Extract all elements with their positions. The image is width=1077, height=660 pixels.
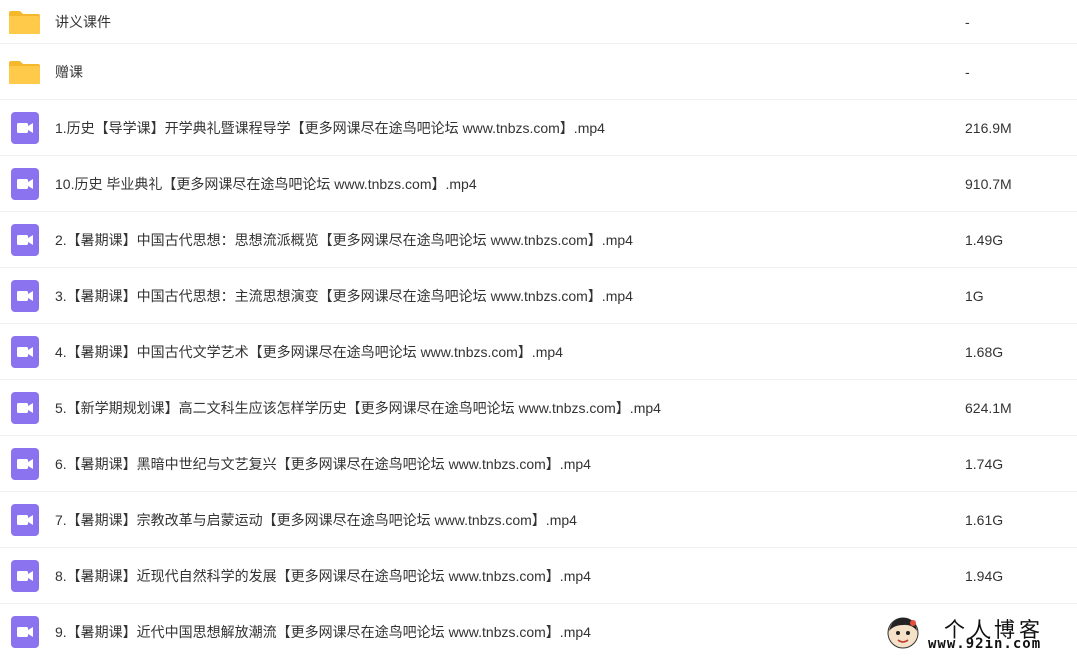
list-item[interactable]: 4.【暑期课】中国古代文学艺术【更多网课尽在途鸟吧论坛 www.tnbzs.co… [0, 324, 1077, 380]
watermark-url: www.92in.com [928, 636, 1042, 652]
file-size: 1.94G [965, 567, 1004, 584]
list-item[interactable]: 5.【新学期规划课】高二文科生应该怎样学历史【更多网课尽在途鸟吧论坛 www.t… [0, 380, 1077, 436]
file-size: 1.68G [965, 343, 1004, 360]
file-name[interactable]: 讲义课件 [55, 12, 111, 32]
file-size: - [965, 13, 970, 30]
folder-icon [8, 55, 41, 88]
list-item[interactable]: 讲义课件 - [0, 0, 1077, 44]
file-name[interactable]: 10.历史 毕业典礼【更多网课尽在途鸟吧论坛 www.tnbzs.com】.mp… [55, 174, 477, 194]
video-file-icon [8, 335, 41, 368]
file-size: 1.74G [965, 455, 1004, 472]
video-file-icon [8, 111, 41, 144]
avatar-icon [886, 616, 920, 650]
list-item[interactable]: 8.【暑期课】近现代自然科学的发展【更多网课尽在途鸟吧论坛 www.tnbzs.… [0, 548, 1077, 604]
file-name[interactable]: 3.【暑期课】中国古代思想：主流思想演变【更多网课尽在途鸟吧论坛 www.tnb… [55, 286, 633, 306]
video-file-icon [8, 503, 41, 536]
file-name[interactable]: 9.【暑期课】近代中国思想解放潮流【更多网课尽在途鸟吧论坛 www.tnbzs.… [55, 622, 591, 642]
list-item[interactable]: 赠课 - [0, 44, 1077, 100]
video-file-icon [8, 167, 41, 200]
file-name[interactable]: 7.【暑期课】宗教改革与启蒙运动【更多网课尽在途鸟吧论坛 www.tnbzs.c… [55, 510, 577, 530]
watermark: 个人博客 www.92in.com [880, 612, 1077, 656]
file-size: 910.7M [965, 175, 1012, 192]
file-name[interactable]: 6.【暑期课】黑暗中世纪与文艺复兴【更多网课尽在途鸟吧论坛 www.tnbzs.… [55, 454, 591, 474]
file-size: - [965, 63, 970, 80]
list-item[interactable]: 3.【暑期课】中国古代思想：主流思想演变【更多网课尽在途鸟吧论坛 www.tnb… [0, 268, 1077, 324]
file-name[interactable]: 4.【暑期课】中国古代文学艺术【更多网课尽在途鸟吧论坛 www.tnbzs.co… [55, 342, 563, 362]
file-size: 624.1M [965, 399, 1012, 416]
file-size: 216.9M [965, 119, 1012, 136]
file-size: 1.61G [965, 511, 1004, 528]
list-item[interactable]: 10.历史 毕业典礼【更多网课尽在途鸟吧论坛 www.tnbzs.com】.mp… [0, 156, 1077, 212]
file-name[interactable]: 赠课 [55, 62, 83, 82]
video-file-icon [8, 447, 41, 480]
list-item[interactable]: 2.【暑期课】中国古代思想：思想流派概览【更多网课尽在途鸟吧论坛 www.tnb… [0, 212, 1077, 268]
file-list: 讲义课件 - 赠课 - 1.历史【导学课】开学典礼暨课程导学【更多网课尽在途鸟吧… [0, 0, 1077, 660]
file-name[interactable]: 2.【暑期课】中国古代思想：思想流派概览【更多网课尽在途鸟吧论坛 www.tnb… [55, 230, 633, 250]
video-file-icon [8, 223, 41, 256]
file-name[interactable]: 5.【新学期规划课】高二文科生应该怎样学历史【更多网课尽在途鸟吧论坛 www.t… [55, 398, 661, 418]
video-file-icon [8, 279, 41, 312]
list-item[interactable]: 1.历史【导学课】开学典礼暨课程导学【更多网课尽在途鸟吧论坛 www.tnbzs… [0, 100, 1077, 156]
file-size: 1.49G [965, 231, 1004, 248]
list-item[interactable]: 6.【暑期课】黑暗中世纪与文艺复兴【更多网课尽在途鸟吧论坛 www.tnbzs.… [0, 436, 1077, 492]
video-file-icon [8, 616, 41, 649]
file-size: 1G [965, 287, 984, 304]
video-file-icon [8, 391, 41, 424]
list-item[interactable]: 7.【暑期课】宗教改革与启蒙运动【更多网课尽在途鸟吧论坛 www.tnbzs.c… [0, 492, 1077, 548]
folder-icon [8, 5, 41, 38]
file-name[interactable]: 8.【暑期课】近现代自然科学的发展【更多网课尽在途鸟吧论坛 www.tnbzs.… [55, 566, 591, 586]
file-name[interactable]: 1.历史【导学课】开学典礼暨课程导学【更多网课尽在途鸟吧论坛 www.tnbzs… [55, 118, 605, 138]
video-file-icon [8, 559, 41, 592]
